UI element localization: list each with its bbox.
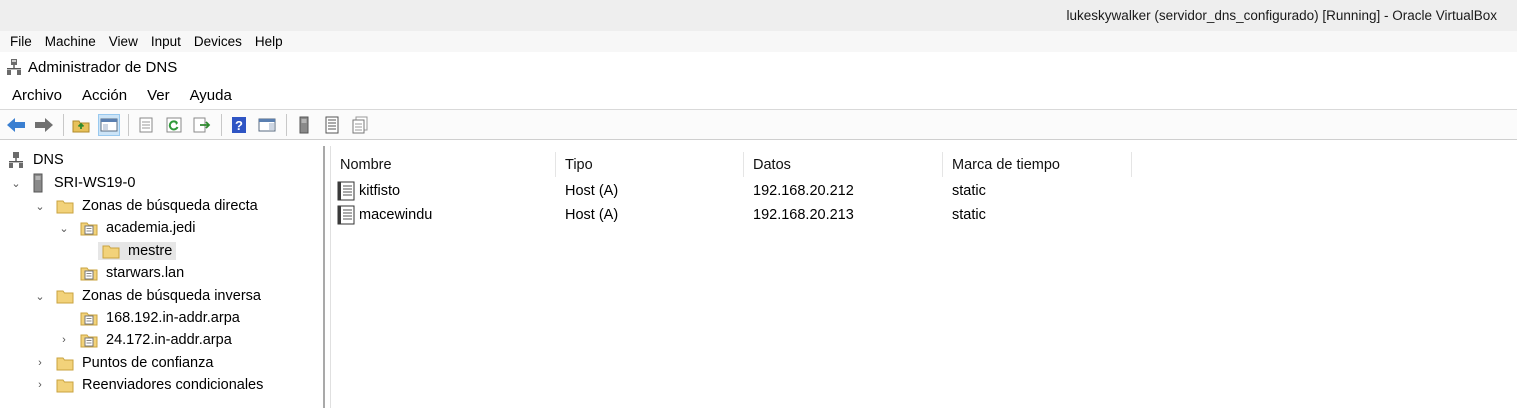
refresh-icon[interactable] (163, 114, 185, 136)
toolbar-separator (286, 113, 287, 136)
list-item[interactable]: macewindu Host (A) 192.168.20.213 static (331, 203, 1132, 227)
record-type: Host (A) (565, 183, 619, 199)
tree-selection: mestre (98, 242, 177, 260)
zone-file-icon (80, 334, 98, 347)
tree-item-dns[interactable]: DNS (8, 149, 64, 171)
column-header-tipo[interactable]: Tipo (556, 152, 744, 177)
tree-label: Puntos de confianza (82, 355, 214, 371)
folder-icon (56, 379, 74, 392)
app-titlebar: Administrador de DNS (0, 52, 1517, 82)
tree-label: Zonas de búsqueda directa (82, 198, 258, 214)
chevron-right-icon[interactable]: › (58, 334, 70, 346)
vbox-menubar: File Machine View Input Devices Help (0, 31, 1517, 52)
toolbar-separator (128, 113, 129, 136)
vbox-menu-input[interactable]: Input (151, 34, 181, 49)
tree-label: 168.192.in-addr.arpa (106, 310, 240, 326)
record-data: 192.168.20.213 (753, 207, 854, 223)
record-timestamp: static (952, 183, 986, 199)
tree-label: academia.jedi (106, 220, 196, 236)
tree-label: DNS (33, 152, 64, 168)
list-header: Nombre Tipo Datos Marca de tiempo (331, 152, 1132, 177)
server-icon (33, 173, 43, 193)
back-arrow-icon[interactable] (5, 114, 27, 136)
tree-item-trust-points[interactable]: › Puntos de confianza (34, 352, 213, 374)
menu-ver[interactable]: Ver (147, 87, 170, 104)
results-pane: Nombre Tipo Datos Marca de tiempo kitfis… (330, 146, 1517, 408)
tree-label: Reenviadores condicionales (82, 377, 264, 393)
tree-item-zone-starwars[interactable]: starwars.lan (80, 262, 184, 284)
zone-file-icon (80, 267, 98, 280)
up-folder-icon[interactable] (70, 114, 92, 136)
vbox-menu-help[interactable]: Help (255, 34, 283, 49)
toolbar-separator (221, 113, 222, 136)
console-tree: DNS ⌄ SRI-WS19-0 ⌄ Zonas de búsqueda dir… (0, 146, 325, 408)
vbox-menu-file[interactable]: File (10, 34, 32, 49)
menu-accion[interactable]: Acción (82, 87, 127, 104)
svg-text:?: ? (235, 118, 243, 133)
app-title: Administrador de DNS (28, 58, 178, 76)
chevron-right-icon[interactable]: › (34, 357, 46, 369)
folder-icon (56, 290, 74, 303)
tree-label: 24.172.in-addr.arpa (106, 332, 232, 348)
record-name: macewindu (359, 207, 433, 223)
chevron-right-icon[interactable]: › (34, 379, 46, 391)
chevron-down-icon[interactable]: ⌄ (34, 200, 46, 213)
list-item[interactable]: kitfisto Host (A) 192.168.20.212 static (331, 179, 1132, 203)
tree-item-server[interactable]: ⌄ SRI-WS19-0 (10, 172, 135, 194)
properties-icon[interactable] (135, 114, 157, 136)
record-timestamp: static (952, 207, 986, 223)
zone-file-icon (80, 312, 98, 325)
chevron-down-icon[interactable]: ⌄ (34, 290, 46, 303)
export-list-icon[interactable] (191, 114, 213, 136)
window-titlebar: lukeskywalker (servidor_dns_configurado)… (0, 0, 1517, 31)
dns-app-icon (7, 59, 21, 75)
tree-item-zone-academia[interactable]: ⌄ academia.jedi (58, 217, 195, 239)
column-header-nombre[interactable]: Nombre (331, 152, 556, 177)
action-pane-icon[interactable] (256, 114, 278, 136)
vbox-menu-machine[interactable]: Machine (45, 34, 96, 49)
app-menubar: Archivo Acción Ver Ayuda (0, 82, 1517, 110)
vbox-menu-view[interactable]: View (109, 34, 138, 49)
window-title: lukeskywalker (servidor_dns_configurado)… (1066, 8, 1497, 23)
new-record-icon[interactable] (321, 114, 343, 136)
tree-item-zone-rev2[interactable]: › 24.172.in-addr.arpa (58, 329, 232, 351)
record-type: Host (A) (565, 207, 619, 223)
folder-icon (56, 200, 74, 213)
host-record-icon (337, 205, 355, 225)
dns-icon (9, 152, 23, 168)
column-header-datos[interactable]: Datos (744, 152, 943, 177)
show-hide-tree-icon[interactable] (98, 113, 120, 136)
tree-label: starwars.lan (106, 265, 185, 281)
record-name: kitfisto (359, 183, 401, 199)
toolbar: ? (0, 110, 1517, 140)
tree-item-zone-rev1[interactable]: 168.192.in-addr.arpa (80, 307, 240, 329)
tree-item-forward-zones[interactable]: ⌄ Zonas de búsqueda directa (34, 195, 258, 217)
tree-item-forwarders[interactable]: › Reenviadores condicionales (34, 374, 263, 396)
column-header-marca-de-tiempo[interactable]: Marca de tiempo (943, 152, 1132, 177)
record-data: 192.168.20.212 (753, 183, 854, 199)
toolbar-separator (63, 113, 64, 136)
tree-label: mestre (128, 243, 173, 259)
forward-arrow-icon[interactable] (33, 114, 55, 136)
tree-item-reverse-zones[interactable]: ⌄ Zonas de búsqueda inversa (34, 285, 261, 307)
tree-label: Zonas de búsqueda inversa (82, 288, 261, 304)
menu-ayuda[interactable]: Ayuda (190, 87, 232, 104)
folder-icon (102, 245, 120, 258)
tree-item-mestre[interactable]: mestre (98, 240, 177, 262)
help-icon[interactable]: ? (228, 114, 250, 136)
zone-file-icon (80, 222, 98, 235)
server-icon[interactable] (293, 114, 315, 136)
chevron-down-icon[interactable]: ⌄ (58, 222, 70, 235)
new-records-icon[interactable] (349, 114, 371, 136)
folder-icon (56, 357, 74, 370)
vbox-menu-devices[interactable]: Devices (194, 34, 242, 49)
menu-archivo[interactable]: Archivo (12, 87, 62, 104)
host-record-icon (337, 181, 355, 201)
tree-label: SRI-WS19-0 (54, 175, 136, 191)
chevron-down-icon[interactable]: ⌄ (10, 177, 22, 190)
